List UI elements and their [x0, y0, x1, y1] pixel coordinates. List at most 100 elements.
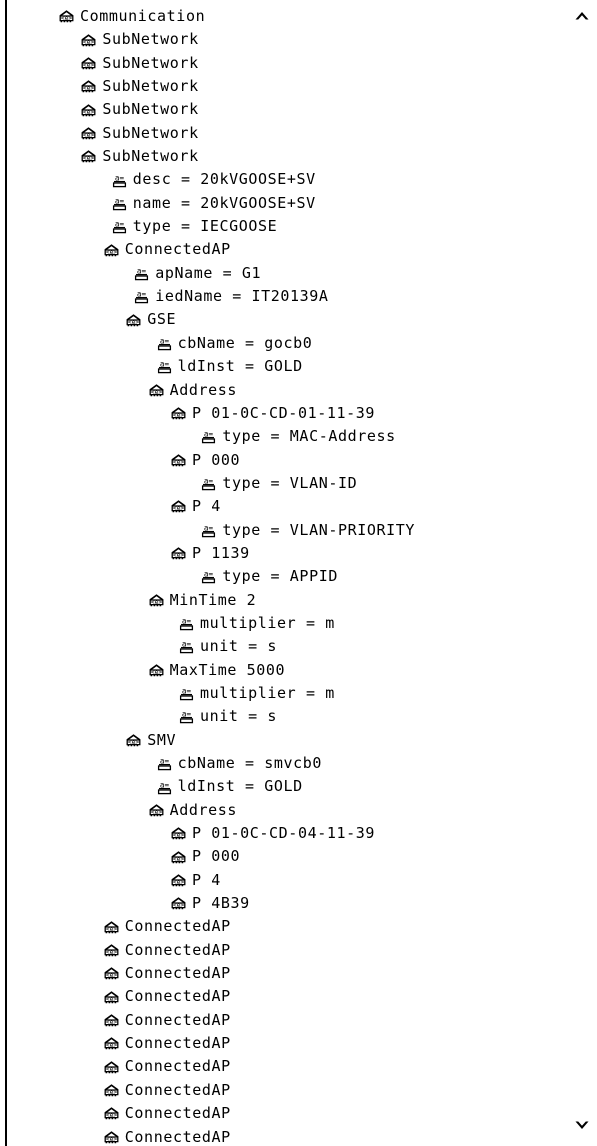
tree-row-label: MaxTime 5000 [169, 660, 286, 679]
tree-row-label: P 4 [192, 497, 221, 516]
tree-row[interactable]: <e> Address [0, 379, 560, 402]
tree-row[interactable]: <e> ConnectedAP [0, 915, 560, 938]
tree-row-label: SubNetwork [102, 100, 199, 119]
tree-row-label: MinTime 2 [169, 590, 257, 609]
tree-row[interactable]: <e> P 01-0C-CD-01-11-39 [0, 402, 560, 425]
tree-row[interactable]: <e> P 000 [0, 449, 560, 472]
tree-row-label: ConnectedAP [124, 1010, 231, 1029]
xml-element-icon: <e> [103, 943, 120, 958]
tree-row-label: unit = s [200, 707, 278, 726]
xml-attribute-icon: a= [156, 780, 173, 795]
xml-attribute-icon: a= [178, 709, 195, 724]
tree-row[interactable]: a= apName = G1 [0, 262, 560, 285]
tree-row-label: desc = 20kVGOOSE+SV [132, 170, 316, 189]
tree-row-label: iedName = IT20139A [155, 287, 329, 306]
tree-row[interactable]: <e> SMV [0, 729, 560, 752]
tree-row[interactable]: a= ldInst = GOLD [0, 355, 560, 378]
tree-row[interactable]: <e> ConnectedAP [0, 1055, 560, 1078]
tree-row-label: P 000 [192, 450, 241, 469]
tree-row-label: ConnectedAP [124, 1057, 231, 1076]
tree-row[interactable]: <e> SubNetwork [0, 75, 560, 98]
xml-tree-viewer[interactable]: <e> Communication <e> SubNetwork <e> SubNetwo… [0, 0, 597, 1146]
tree-row-list[interactable]: <e> Communication <e> SubNetwork <e> SubNetwo… [0, 5, 560, 1146]
xml-element-icon: <e> [170, 453, 187, 468]
xml-element-icon: <e> [80, 126, 97, 141]
tree-row-label: ldInst = GOLD [177, 357, 303, 376]
tree-row[interactable]: a= unit = s [0, 705, 560, 728]
tree-row[interactable]: <e> P 01-0C-CD-04-11-39 [0, 822, 560, 845]
tree-row[interactable]: <e> MaxTime 5000 [0, 659, 560, 682]
tree-row[interactable]: a= cbName = smvcb0 [0, 752, 560, 775]
tree-row-label: ConnectedAP [124, 1104, 231, 1123]
xml-attribute-icon: a= [200, 569, 217, 584]
xml-element-icon: <e> [148, 383, 165, 398]
tree-row[interactable]: a= type = VLAN-ID [0, 472, 560, 495]
tree-row[interactable]: <e> ConnectedAP [0, 939, 560, 962]
tree-row[interactable]: <e> ConnectedAP [0, 238, 560, 261]
xml-element-icon: <e> [170, 826, 187, 841]
xml-element-icon: <e> [170, 896, 187, 911]
xml-element-icon: <e> [80, 149, 97, 164]
tree-row-label: cbName = gocb0 [177, 333, 313, 352]
tree-row[interactable]: <e> ConnectedAP [0, 985, 560, 1008]
tree-row[interactable]: <e> ConnectedAP [0, 1102, 560, 1125]
tree-row[interactable]: a= ldInst = GOLD [0, 775, 560, 798]
tree-row[interactable]: a= type = MAC-Address [0, 425, 560, 448]
tree-row[interactable]: a= multiplier = m [0, 682, 560, 705]
xml-attribute-icon: a= [111, 173, 128, 188]
tree-row[interactable]: <e> ConnectedAP [0, 962, 560, 985]
tree-row[interactable]: <e> Address [0, 799, 560, 822]
xml-element-icon: <e> [103, 1036, 120, 1051]
tree-row[interactable]: a= type = IECGOOSE [0, 215, 560, 238]
tree-row[interactable]: a= multiplier = m [0, 612, 560, 635]
tree-row-label: cbName = smvcb0 [177, 754, 323, 772]
tree-row[interactable]: <e> ConnectedAP [0, 1126, 560, 1146]
tree-row-label: GSE [147, 310, 177, 329]
tree-row[interactable]: a= unit = s [0, 635, 560, 658]
tree-row-label: SMV [147, 730, 177, 749]
xml-element-icon: <e> [148, 593, 165, 608]
tree-row[interactable]: a= desc = 20kVGOOSE+SV [0, 168, 560, 191]
tree-row[interactable]: <e> P 000 [0, 845, 560, 868]
tree-row-label: SubNetwork [102, 53, 199, 72]
tree-row-label: P 4B39 [192, 894, 250, 913]
tree-row[interactable]: <e> Communication [0, 5, 560, 28]
xml-element-icon: <e> [58, 9, 75, 24]
tree-row[interactable]: <e> SubNetwork [0, 28, 560, 51]
tree-row[interactable]: <e> SubNetwork [0, 145, 560, 168]
tree-row[interactable]: <e> P 1139 [0, 542, 560, 565]
tree-row[interactable]: <e> SubNetwork [0, 122, 560, 145]
tree-row-label: ConnectedAP [124, 987, 231, 1006]
chevron-down-icon[interactable] [573, 1118, 591, 1132]
tree-row[interactable]: <e> SubNetwork [0, 52, 560, 75]
tree-row[interactable]: <e> P 4 [0, 495, 560, 518]
xml-attribute-icon: a= [133, 289, 150, 304]
tree-row[interactable]: a= type = VLAN-PRIORITY [0, 519, 560, 542]
tree-row[interactable]: a= name = 20kVGOOSE+SV [0, 192, 560, 215]
tree-row-label: ConnectedAP [124, 1080, 231, 1099]
tree-row[interactable]: <e> ConnectedAP [0, 1009, 560, 1032]
xml-element-icon: <e> [80, 79, 97, 94]
xml-attribute-icon: a= [156, 359, 173, 374]
tree-row-label: SubNetwork [102, 30, 199, 49]
tree-row[interactable]: <e> P 4B39 [0, 892, 560, 915]
tree-row[interactable]: a= iedName = IT20139A [0, 285, 560, 308]
tree-row-label: name = 20kVGOOSE+SV [132, 193, 316, 212]
tree-row[interactable]: <e> ConnectedAP [0, 1032, 560, 1055]
tree-row[interactable]: <e> SubNetwork [0, 98, 560, 121]
tree-row[interactable]: <e> P 4 [0, 869, 560, 892]
xml-element-icon: <e> [148, 803, 165, 818]
tree-row[interactable]: <e> MinTime 2 [0, 589, 560, 612]
tree-row-label: ldInst = GOLD [177, 777, 303, 796]
tree-row[interactable]: <e> GSE [0, 308, 560, 331]
tree-row-label: ConnectedAP [124, 240, 231, 259]
tree-row-label: type = VLAN-PRIORITY [222, 520, 416, 539]
xml-attribute-icon: a= [200, 476, 217, 491]
tree-row[interactable]: a= cbName = gocb0 [0, 332, 560, 355]
tree-row[interactable]: a= type = APPID [0, 565, 560, 588]
tree-row[interactable]: <e> ConnectedAP [0, 1079, 560, 1102]
tree-row-label: apName = G1 [155, 263, 262, 282]
xml-element-icon: <e> [80, 103, 97, 118]
tree-row-label: Address [169, 800, 238, 819]
chevron-up-icon[interactable] [573, 9, 591, 23]
